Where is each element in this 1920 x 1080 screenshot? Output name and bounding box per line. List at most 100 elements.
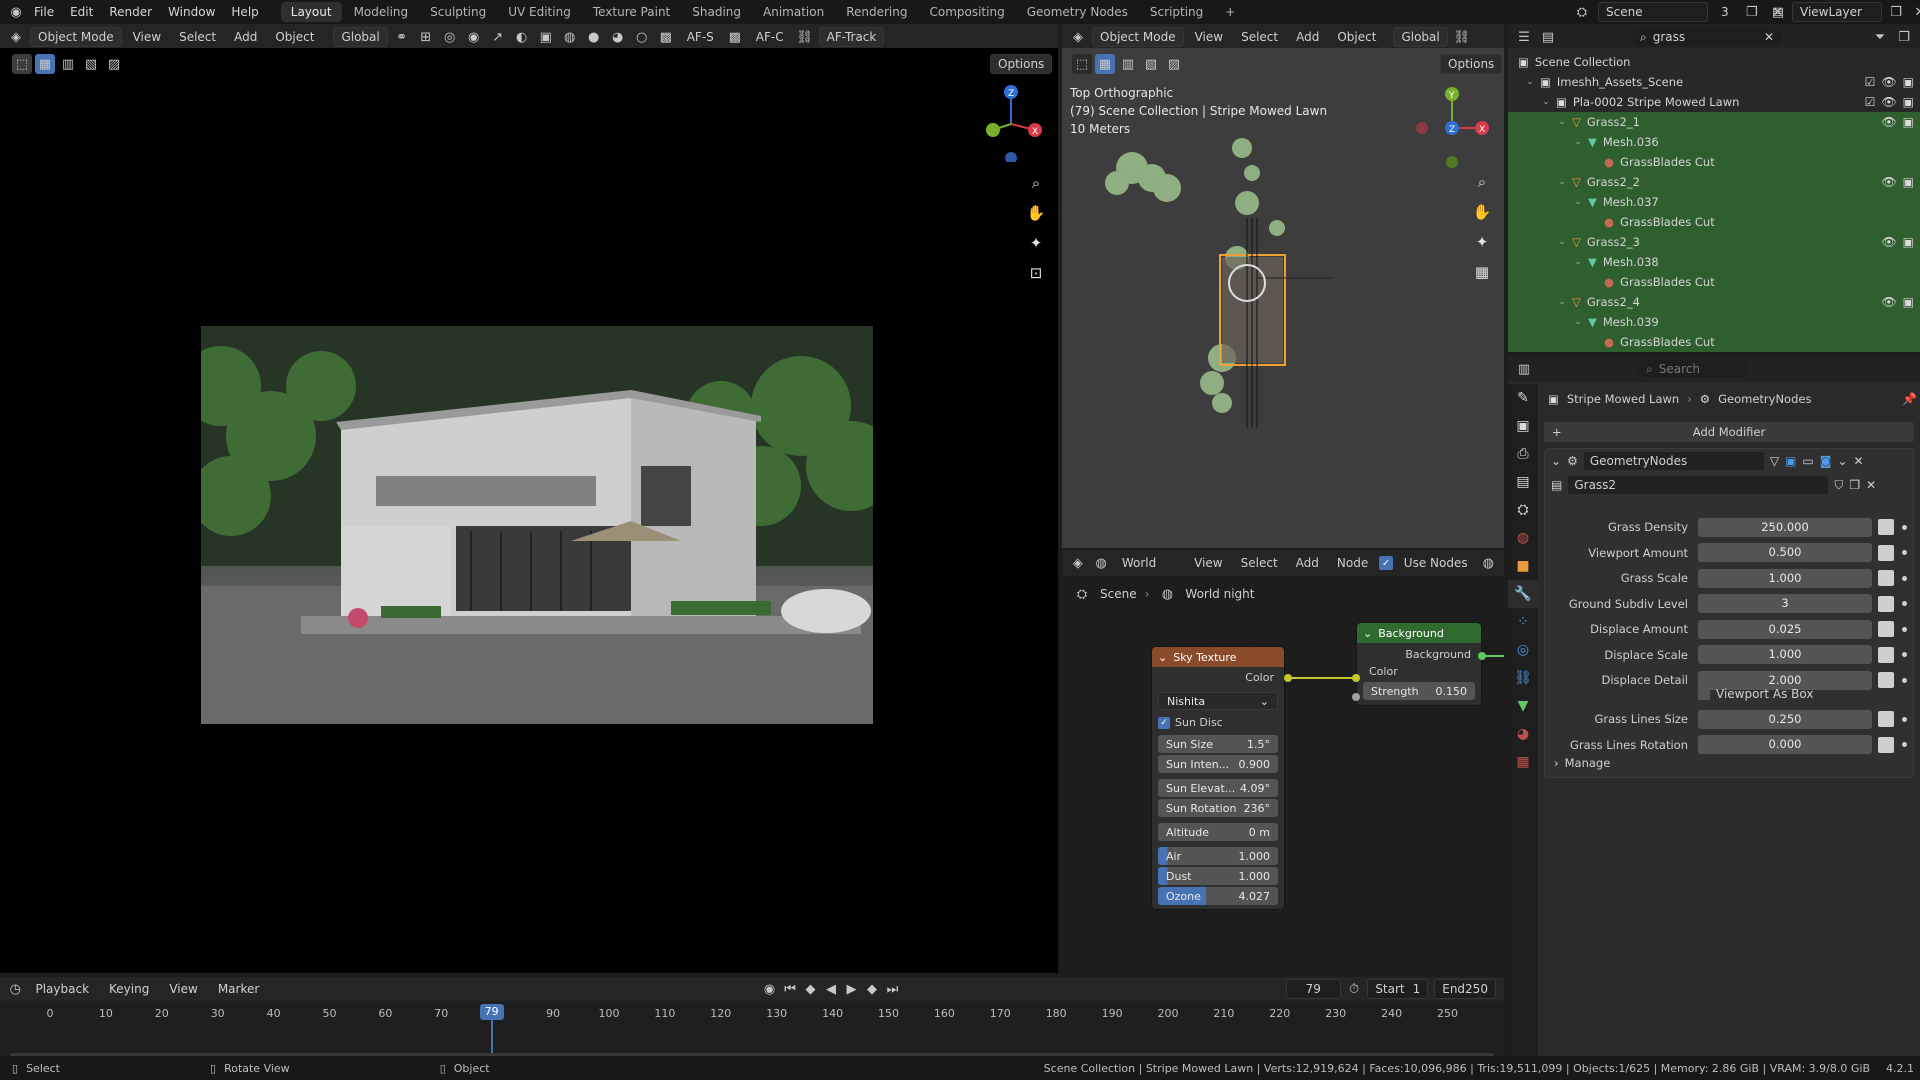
tab-animation[interactable]: Animation — [753, 2, 834, 22]
world-tab-icon[interactable]: ◍ — [1508, 524, 1538, 552]
air-field[interactable]: Air 1.000 — [1158, 847, 1278, 865]
menu-marker[interactable]: Marker — [211, 980, 266, 998]
manage-subpanel[interactable]: › Manage — [1554, 756, 1610, 770]
xray-icon[interactable]: ▣ — [536, 27, 556, 47]
data-tab-icon[interactable]: ▼ — [1508, 692, 1538, 720]
display-mode-icon[interactable]: ▤ — [1538, 27, 1558, 47]
edit-mode-toggle-icon[interactable]: ▽ — [1770, 454, 1779, 468]
new-collection-icon[interactable]: ❐ — [1894, 27, 1914, 47]
new-scene-icon[interactable]: ❐ — [1742, 2, 1762, 22]
world-browse-icon[interactable]: ◍ — [1479, 553, 1498, 573]
camera-render-icon[interactable]: ▣ — [1903, 295, 1914, 309]
menu-window[interactable]: Window — [160, 5, 223, 19]
expand-toggle-icon[interactable]: ⌄ — [1556, 177, 1568, 187]
proportional-edit-icon[interactable]: ◎ — [440, 27, 460, 47]
tab-compositing[interactable]: Compositing — [919, 2, 1014, 22]
cage-toggle-icon[interactable]: ▣ — [1785, 454, 1796, 468]
menu-view-2[interactable]: View — [1188, 28, 1230, 46]
jump-keyframe-back-icon[interactable]: ◆ — [803, 979, 817, 999]
physics-tab-icon[interactable]: ◎ — [1508, 636, 1538, 664]
af-track-button[interactable]: AF-Track — [818, 27, 885, 47]
outliner-row-scene-collection[interactable]: ▣ Scene Collection — [1508, 52, 1920, 72]
param-value-field[interactable]: 0.025 — [1698, 619, 1872, 639]
navigation-gizmo[interactable]: Z X — [975, 82, 1055, 162]
sun-disc-row[interactable]: ✓ Sun Disc — [1158, 716, 1278, 729]
render-tab-icon[interactable]: ▣ — [1508, 412, 1538, 440]
outliner-row-collection[interactable]: ⌄ ▣ Pla-0002 Stripe Mowed Lawn ☑ 👁 ▣ — [1508, 92, 1920, 112]
param-value-field[interactable]: 0.500 — [1698, 543, 1872, 562]
tab-layout[interactable]: Layout — [280, 2, 342, 22]
shading-solid-icon[interactable]: ● — [584, 27, 604, 47]
zoom-icon-2[interactable]: ⌕ — [1470, 170, 1494, 194]
camera-render-icon[interactable]: ▣ — [1903, 95, 1914, 109]
mode-dropdown-2[interactable]: Object Mode — [1092, 27, 1184, 47]
current-frame-field[interactable]: 79 — [1285, 979, 1341, 999]
tab-uv-editing[interactable]: UV Editing — [498, 2, 581, 22]
outliner-row-material[interactable]: ● GrassBlades Cut — [1508, 332, 1920, 352]
viewport-left[interactable]: ⬚ ▦ ▥ ▧ ▨ Options Z X ⌕ ✋ ✦ ⊡ — [0, 48, 1058, 973]
menu-object[interactable]: Object — [268, 28, 321, 46]
node-menu-node[interactable]: Node — [1330, 554, 1375, 572]
outliner-row-mesh[interactable]: ⌄ ▼ Mesh.036 — [1508, 132, 1920, 152]
node-menu-select[interactable]: Select — [1234, 554, 1285, 572]
use-nodes-checkbox[interactable]: ✓ — [1379, 556, 1393, 570]
options-button[interactable]: Options — [990, 54, 1053, 74]
scene-tab-icon[interactable]: ⛭ — [1508, 496, 1538, 524]
outliner-search[interactable]: ⌕ grass ✕ — [1632, 28, 1782, 46]
menu-help[interactable]: Help — [223, 5, 266, 19]
tab-modeling[interactable]: Modeling — [344, 2, 419, 22]
menu-add[interactable]: Add — [227, 28, 264, 46]
visibility-icon[interactable]: ◉ — [464, 27, 484, 47]
render-toggle-icon[interactable]: ◙ — [1820, 454, 1832, 468]
shading-rendered-icon[interactable]: ○ — [632, 27, 652, 47]
outliner-row-mesh[interactable]: ⌄ ▼ Mesh.039 — [1508, 312, 1920, 332]
sun-disc-checkbox[interactable]: ✓ — [1158, 716, 1170, 729]
properties-search[interactable]: ⌕ Search — [1638, 360, 1748, 378]
node-menu-view[interactable]: View — [1187, 554, 1229, 572]
modifier-menu-icon[interactable]: ⌄ — [1837, 454, 1847, 468]
preview-range-icon[interactable]: ⏱ — [1347, 979, 1361, 999]
attribute-toggle-icon[interactable] — [1878, 646, 1894, 663]
camera-render-icon[interactable]: ▣ — [1903, 75, 1914, 89]
eye-icon[interactable]: 👁 — [1881, 235, 1896, 249]
keyframe-dot-icon[interactable] — [1902, 716, 1907, 722]
delete-view-layer-icon[interactable]: ✕ — [1910, 2, 1920, 22]
select-extend-icon-2[interactable]: ▥ — [1118, 54, 1138, 74]
outliner-search-value[interactable]: grass — [1653, 30, 1758, 44]
menu-select[interactable]: Select — [172, 28, 223, 46]
attribute-toggle-icon[interactable] — [1878, 736, 1894, 753]
menu-render[interactable]: Render — [101, 5, 160, 19]
playhead-marker[interactable]: 79 — [479, 1004, 504, 1020]
select-box-icon[interactable]: ▦ — [35, 54, 55, 74]
duplicate-group-icon[interactable]: ❐ — [1849, 478, 1860, 492]
node-menu-add[interactable]: Add — [1289, 554, 1326, 572]
background-header[interactable]: ⌄ Background — [1357, 623, 1481, 643]
overlays-icon[interactable]: ◐ — [512, 27, 532, 47]
attribute-toggle-icon[interactable] — [1878, 544, 1894, 561]
node-group-browse-icon[interactable]: ▤ — [1551, 478, 1562, 492]
timeline-editor-type-icon[interactable]: ◷ — [8, 979, 22, 999]
background-output-socket[interactable] — [1478, 652, 1486, 660]
exclude-checkbox-icon[interactable]: ☑ — [1865, 75, 1876, 89]
param-value-field[interactable]: 3 — [1698, 594, 1872, 613]
editor-type-icon-3[interactable]: ◈ — [1068, 553, 1087, 573]
menu-object-2[interactable]: Object — [1330, 28, 1383, 46]
sky-color-output-socket[interactable] — [1284, 674, 1292, 682]
attribute-toggle-icon[interactable] — [1878, 711, 1894, 727]
object-tab-icon[interactable]: ■ — [1508, 552, 1538, 580]
view-layer-tab-icon[interactable]: ▤ — [1508, 468, 1538, 496]
keyframe-dot-icon[interactable] — [1902, 626, 1907, 632]
expand-toggle-icon[interactable]: ⌄ — [1572, 317, 1584, 327]
outliner-row-material[interactable]: ● GrassBlades Cut — [1508, 152, 1920, 172]
fake-user-icon[interactable]: ⛉ — [1834, 478, 1843, 493]
mode-dropdown[interactable]: Object Mode — [30, 27, 122, 47]
expand-toggle-icon[interactable]: ⌄ — [1572, 257, 1584, 267]
add-modifier-button[interactable]: + Add Modifier — [1544, 422, 1914, 442]
modifier-collapse-icon[interactable]: ⌄ — [1551, 454, 1561, 468]
outliner-row-object[interactable]: ⌄ ▽ Grass2_4 👁 ▣ — [1508, 292, 1920, 312]
scene-users-count[interactable]: 3 — [1714, 3, 1736, 21]
particles-tab-icon[interactable]: ⁘ — [1508, 608, 1538, 636]
end-frame-field[interactable]: End 250 — [1434, 979, 1496, 999]
node-editor[interactable]: ⛭ Scene › ◍ World night ⌄ Sky Texture Co… — [1062, 576, 1504, 973]
jump-start-icon[interactable]: ⏮ — [783, 979, 797, 999]
